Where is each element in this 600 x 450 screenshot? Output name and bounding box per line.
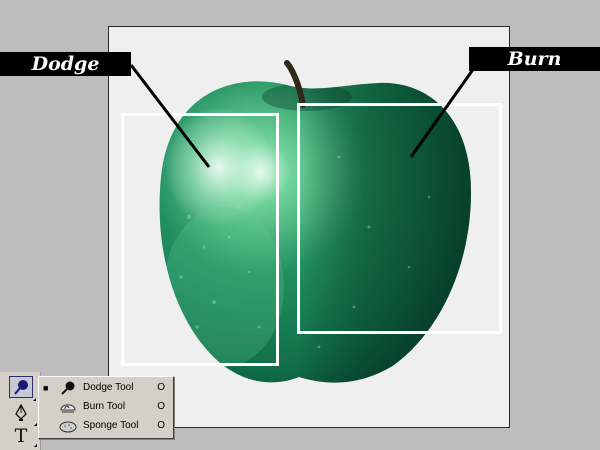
type-tool-button[interactable]: T: [9, 425, 37, 447]
tool-flyout-menu: ■ Dodge Tool O Burn Tool O Sponge Tool O: [38, 376, 174, 439]
pen-icon: [15, 404, 27, 421]
pen-tool-button[interactable]: [9, 402, 37, 426]
menu-item-label: Dodge Tool: [83, 382, 134, 393]
type-icon: T: [14, 425, 28, 447]
menu-item-shortcut: O: [157, 382, 165, 393]
menu-item-shortcut: O: [157, 401, 165, 412]
document-canvas[interactable]: [108, 26, 510, 428]
dodge-icon: [61, 381, 75, 395]
burn-icon: [60, 403, 76, 412]
burn-label: Burn: [469, 47, 600, 71]
dodge-icon: [14, 380, 28, 395]
sponge-icon: [59, 421, 77, 432]
menu-item-burn-tool[interactable]: Burn Tool O: [39, 397, 173, 416]
menu-item-label: Burn Tool: [83, 401, 126, 412]
dodge-label: Dodge: [0, 52, 131, 76]
menu-item-sponge-tool[interactable]: Sponge Tool O: [39, 416, 173, 435]
selected-indicator: ■: [43, 382, 49, 393]
menu-item-label: Sponge Tool: [83, 420, 139, 431]
toolbox: T: [0, 372, 41, 450]
menu-item-shortcut: O: [157, 420, 165, 431]
apple-image: [121, 60, 502, 383]
menu-item-dodge-tool[interactable]: ■ Dodge Tool O: [39, 378, 173, 397]
dodge-tool-button[interactable]: [9, 376, 36, 401]
